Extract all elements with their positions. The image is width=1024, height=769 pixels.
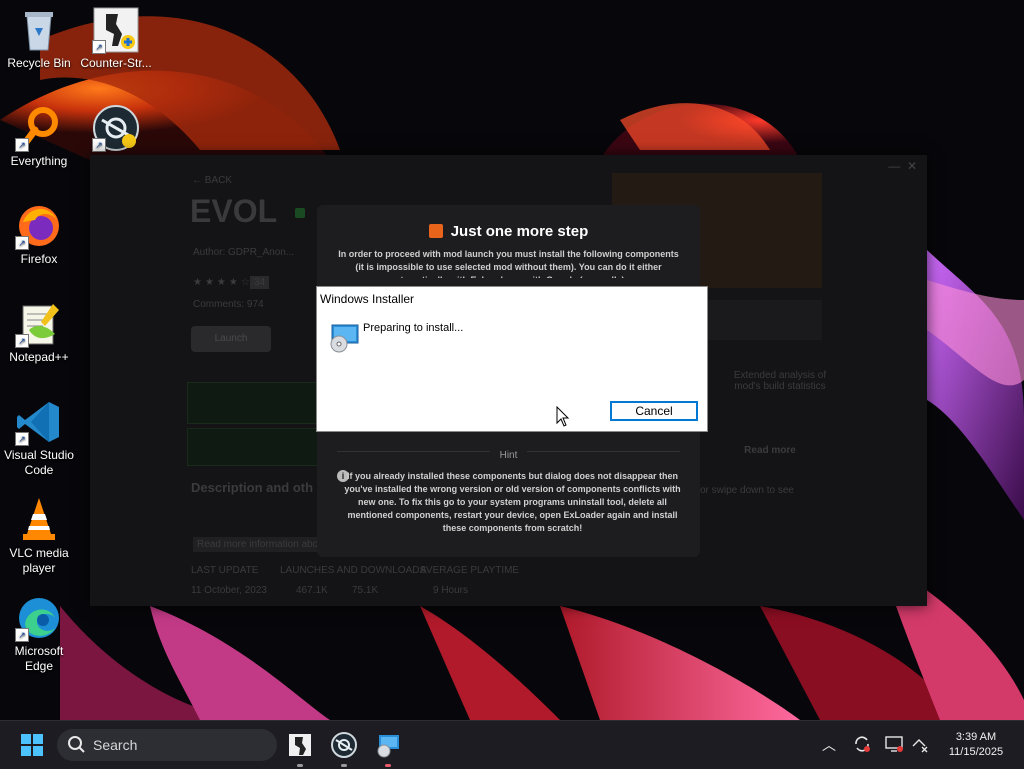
desktop-icon-counter-strike[interactable]: ↗ Counter-Str... <box>77 6 155 71</box>
search-box[interactable]: Search <box>57 729 277 761</box>
desktop-icon-label: Notepad++ <box>9 350 69 364</box>
search-icon <box>68 736 85 753</box>
clock-date: 11/15/2025 <box>948 746 1004 758</box>
stat-launches-value: 467.1K <box>296 585 328 596</box>
mouse-cursor-icon <box>556 405 570 433</box>
start-button[interactable] <box>16 729 48 761</box>
shortcut-arrow-icon: ↗ <box>15 334 29 348</box>
desktop-icon-label: VLC media player <box>9 546 69 575</box>
description-heading: Description and oth <box>191 480 314 495</box>
desktop-icon-recycle-bin[interactable]: Recycle Bin <box>0 6 78 71</box>
modal-title: Just one more step <box>450 223 589 240</box>
desktop-icon-firefox[interactable]: ↗ Firefox <box>0 202 78 267</box>
info-box-green-2 <box>187 428 319 466</box>
modal-body-text: In order to proceed with mod launch you … <box>338 249 679 278</box>
attention-indicator <box>385 764 391 767</box>
installer-title: Windows Installer <box>320 292 415 306</box>
stat-last-update-label: LAST UPDATE <box>191 565 259 576</box>
desktop-icon-label: Microsoft Edge <box>14 644 64 673</box>
exloader-icon <box>331 732 357 758</box>
modal-header: Just one more step <box>317 223 700 240</box>
desktop-icon-exloader[interactable]: ↗ <box>77 104 155 154</box>
installer-message: Preparing to install... <box>363 322 464 334</box>
side-read-more[interactable]: Read more <box>730 445 810 456</box>
desktop-icon-edge[interactable]: ↗ Microsoft Edge <box>0 594 78 674</box>
desktop-icon-label: Everything <box>10 154 68 168</box>
side-analysis-text: Extended analysis of mod's build statist… <box>733 370 827 392</box>
counter-strike-icon <box>289 734 311 756</box>
back-link[interactable]: ← BACK <box>192 175 232 186</box>
shortcut-arrow-icon: ↗ <box>92 138 106 152</box>
info-box-green <box>187 382 319 424</box>
taskbar: Search ︿ 3:39 AM 11/15/2025 <box>0 720 1024 769</box>
taskbar-app-counter-strike[interactable] <box>284 729 316 767</box>
running-indicator <box>341 764 347 767</box>
vscode-icon: ↗ <box>15 398 63 446</box>
taskbar-app-exloader[interactable] <box>328 729 360 767</box>
desktop-icon-label: Firefox <box>20 252 58 266</box>
mod-title: EVOL <box>190 193 278 229</box>
screenshot-thumb <box>702 300 822 340</box>
stat-downloads-value: 75.1K <box>352 585 379 596</box>
clock-time: 3:39 AM <box>955 731 997 743</box>
recycle-bin-icon <box>15 6 63 54</box>
shortcut-arrow-icon: ↗ <box>15 236 29 250</box>
desktop-icon-vlc[interactable]: VLC media player <box>0 496 78 576</box>
desktop-icon-vscode[interactable]: ↗ Visual Studio Code <box>0 398 78 478</box>
display-icon[interactable] <box>884 734 904 759</box>
stat-launches-label: LAUNCHES AND DOWNLOADS <box>280 565 427 576</box>
exloader-cube-icon <box>428 224 443 238</box>
sync-icon[interactable] <box>852 734 872 759</box>
rating-count: 34 <box>250 276 270 289</box>
close-icon[interactable]: ✕ <box>907 159 917 173</box>
taskbar-app-windows-installer[interactable] <box>372 729 404 767</box>
system-clock[interactable]: 3:39 AM 11/15/2025 <box>938 730 1014 760</box>
author-label: Author: GDPR_Anon... <box>193 247 295 258</box>
hint-text: If you already installed these component… <box>344 471 681 533</box>
network-offline-icon[interactable] <box>910 734 930 759</box>
window-controls: — ✕ <box>888 159 917 173</box>
windows-logo-icon <box>21 734 43 756</box>
desktop-icon-label: Counter-Str... <box>80 56 152 70</box>
counter-strike-icon: ↗ <box>92 6 140 54</box>
status-dot <box>295 208 305 218</box>
vlc-cone-icon <box>15 496 63 544</box>
desktop-icon-label: Visual Studio Code <box>4 448 74 477</box>
shortcut-arrow-icon: ↗ <box>15 628 29 642</box>
hint-label-wrap: Hint <box>317 445 700 463</box>
shortcut-arrow-icon: ↗ <box>15 138 29 152</box>
chevron-up-icon[interactable]: ︿ <box>822 735 836 755</box>
read-more-link[interactable]: Read more information about <box>193 537 331 552</box>
windows-installer-icon <box>377 735 399 758</box>
desktop-icon-everything[interactable]: ↗ Everything <box>0 104 78 169</box>
notepad-plus-plus-icon: ↗ <box>15 300 63 348</box>
rating-stars: ★★★★☆ <box>193 277 253 288</box>
search-label: Search <box>93 737 138 753</box>
desktop-icon-label: Recycle Bin <box>7 56 71 70</box>
firefox-icon: ↗ <box>15 202 63 250</box>
launch-button[interactable]: Launch <box>191 326 271 352</box>
everything-search-icon: ↗ <box>15 104 63 152</box>
shortcut-arrow-icon: ↗ <box>15 432 29 446</box>
stat-playtime-label: AVERAGE PLAYTIME <box>420 565 520 576</box>
desktop-icon-notepad-plus-plus[interactable]: ↗ Notepad++ <box>0 300 78 365</box>
swipe-hint: or swipe down to see <box>700 485 794 496</box>
minimize-icon[interactable]: — <box>888 159 900 173</box>
hint-label: Hint <box>489 450 528 461</box>
running-indicator <box>297 764 303 767</box>
edge-icon: ↗ <box>15 594 63 642</box>
exloader-icon: ↗ <box>92 104 140 152</box>
windows-installer-dialog: Windows Installer Preparing to install..… <box>316 286 708 432</box>
stat-last-update-value: 11 October, 2023 <box>191 585 267 596</box>
shortcut-arrow-icon: ↗ <box>92 40 106 54</box>
installer-disc-icon <box>328 323 360 358</box>
cancel-button[interactable]: Cancel <box>610 401 698 421</box>
stat-playtime-value: 9 Hours <box>433 585 469 596</box>
comments-count: Comments: 974 <box>193 299 264 310</box>
